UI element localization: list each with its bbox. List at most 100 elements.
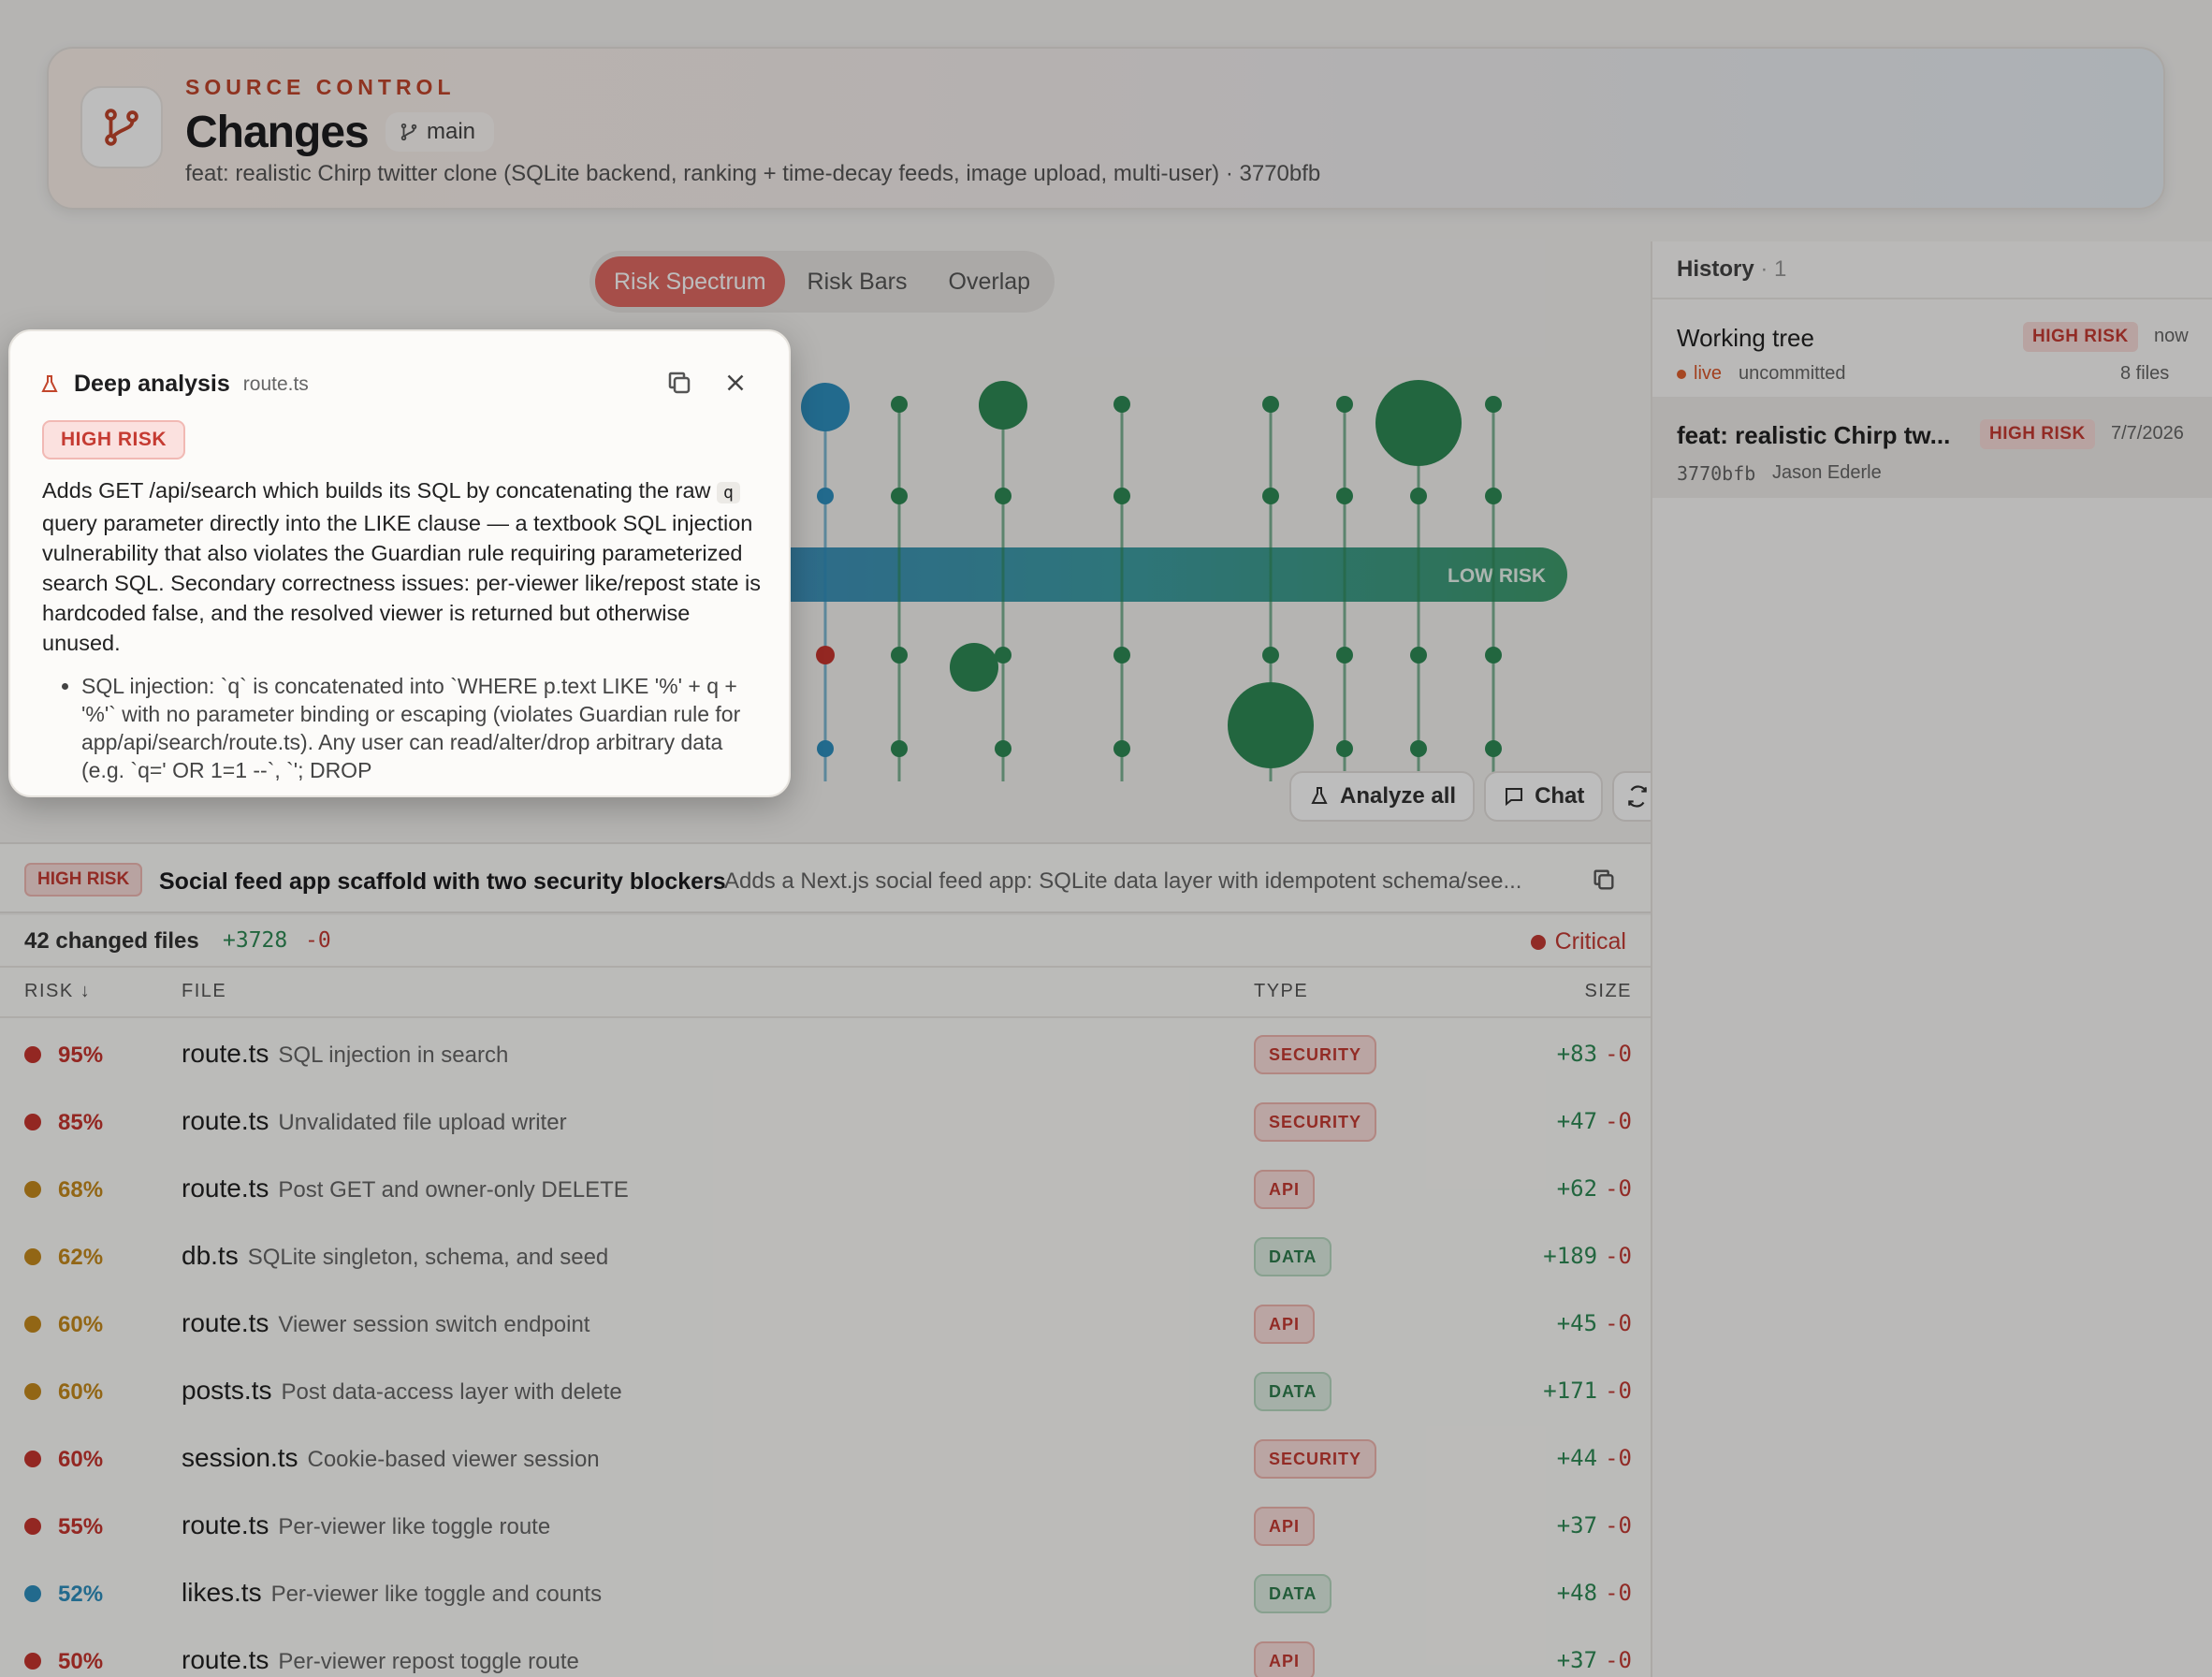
file-node[interactable]	[950, 643, 998, 692]
table-row[interactable]: 60% posts.ts Post data-access layer with d…	[0, 1357, 1651, 1424]
file-node[interactable]	[817, 488, 834, 504]
type-column-header[interactable]: TYPE	[1254, 981, 1308, 1002]
tab-risk-spectrum[interactable]: Risk Spectrum	[595, 256, 785, 307]
file-node[interactable]	[891, 488, 908, 504]
table-row[interactable]: 50% route.ts Per-viewer repost toggle rout…	[0, 1626, 1651, 1677]
risk-badge: HIGH RISK	[42, 420, 186, 459]
file-node[interactable]	[801, 383, 850, 431]
type-badge: SECURITY	[1254, 1102, 1377, 1142]
band-label: LOW RISK	[1448, 565, 1546, 587]
table-row[interactable]: 52% likes.ts Per-viewer like toggle and co…	[0, 1559, 1651, 1626]
flask-icon	[1311, 787, 1328, 804]
page-header: SOURCE CONTROL Changes main feat: realis…	[47, 47, 2165, 210]
history-item-commit[interactable]: feat: realistic Chirp tw... HIGH RISK 7/…	[1652, 397, 2212, 498]
risk-dot	[24, 1248, 41, 1265]
file-node[interactable]	[817, 740, 834, 757]
chat-icon	[1506, 788, 1523, 807]
table-row[interactable]: 85% route.ts Unvalidated file upload write…	[0, 1087, 1651, 1155]
file-size: +48 -0	[1556, 1580, 1632, 1606]
file-node[interactable]	[1336, 647, 1353, 664]
inline-code: q	[717, 482, 740, 503]
table-row[interactable]: 68% route.ts Post GET and owner-only DELET…	[0, 1155, 1651, 1222]
file-node[interactable]	[816, 646, 835, 664]
table-row[interactable]: 55% route.ts Per-viewer like toggle route A…	[0, 1492, 1651, 1559]
file-node[interactable]	[1113, 740, 1130, 757]
file-node[interactable]	[1485, 488, 1502, 504]
file-description: Per-viewer like toggle route	[278, 1514, 551, 1539]
size-column-header[interactable]: SIZE	[1585, 981, 1632, 1002]
tab-risk-bars[interactable]: Risk Bars	[789, 256, 926, 307]
file-description: SQL injection in search	[278, 1043, 509, 1068]
analysis-findings: SQL injection: `q` is concatenated into …	[57, 672, 768, 784]
file-size: +37 -0	[1556, 1647, 1632, 1673]
file-column-header[interactable]: FILE	[182, 981, 226, 1002]
risk-badge: HIGH RISK	[1980, 419, 2095, 449]
file-node[interactable]	[995, 488, 1011, 504]
file-node[interactable]	[1113, 396, 1130, 413]
file-node[interactable]	[1262, 396, 1279, 413]
eyebrow-label: SOURCE CONTROL	[185, 75, 456, 99]
type-badge: API	[1254, 1170, 1316, 1209]
file-node[interactable]	[1113, 647, 1130, 664]
file-node[interactable]	[1410, 488, 1427, 504]
file-size: +83 -0	[1556, 1041, 1632, 1067]
risk-dot	[24, 1518, 41, 1535]
table-row[interactable]: 60% session.ts Cookie-based viewer session…	[0, 1424, 1651, 1492]
risk-dot	[24, 1316, 41, 1333]
summary-description: Adds a Next.js social feed app: SQLite d…	[724, 868, 1522, 894]
table-row[interactable]: 60% route.ts Viewer session switch endpoin…	[0, 1290, 1651, 1357]
type-badge: API	[1254, 1641, 1316, 1677]
type-badge: API	[1254, 1305, 1316, 1344]
risk-dot	[24, 1114, 41, 1130]
risk-dot	[24, 1383, 41, 1400]
file-description: Cookie-based viewer session	[307, 1447, 600, 1472]
type-badge: DATA	[1254, 1574, 1332, 1613]
file-node[interactable]	[1485, 740, 1502, 757]
type-badge: DATA	[1254, 1372, 1332, 1411]
analyze-all-button[interactable]: Analyze all	[1289, 771, 1476, 822]
close-icon[interactable]	[721, 369, 749, 397]
file-node[interactable]	[1262, 488, 1279, 504]
file-node[interactable]	[891, 647, 908, 664]
copy-icon[interactable]	[665, 369, 693, 397]
file-node[interactable]	[1262, 647, 1279, 664]
table-row[interactable]: 95% route.ts SQL injection in search SECURI…	[0, 1020, 1651, 1087]
copy-icon[interactable]	[1591, 867, 1617, 893]
risk-dot	[24, 1653, 41, 1670]
file-node[interactable]	[1410, 647, 1427, 664]
critical-filter[interactable]: Critical	[1530, 928, 1626, 955]
file-node[interactable]	[1336, 740, 1353, 757]
files-table: RISK ↓ FILE TYPE SIZE 95% route.ts SQL inj…	[0, 968, 1651, 1677]
file-node[interactable]	[1113, 488, 1130, 504]
history-item-title: feat: realistic Chirp tw...	[1677, 421, 1951, 449]
analysis-summary: Adds GET /api/search which builds its SQ…	[42, 478, 761, 655]
file-node[interactable]	[1336, 396, 1353, 413]
history-count: · 1	[1760, 256, 1787, 282]
file-node[interactable]	[979, 381, 1027, 430]
live-dot	[1677, 369, 1686, 379]
file-node[interactable]	[1410, 740, 1427, 757]
risk-column-header[interactable]: RISK ↓	[24, 981, 91, 1002]
table-row[interactable]: 62% db.ts SQLite singleton, schema, and se…	[0, 1222, 1651, 1290]
file-node[interactable]	[995, 740, 1011, 757]
finding-item: SQL injection: `q` is concatenated into …	[81, 672, 768, 784]
critical-label: Critical	[1554, 928, 1626, 955]
file-node[interactable]	[891, 396, 908, 413]
refresh-icon	[1628, 785, 1648, 808]
file-node[interactable]	[1336, 488, 1353, 504]
file-node[interactable]	[1485, 396, 1502, 413]
file-node[interactable]	[891, 740, 908, 757]
risk-dot	[24, 1046, 41, 1063]
file-node[interactable]	[1228, 682, 1314, 768]
tab-overlap[interactable]: Overlap	[930, 256, 1050, 307]
history-item-working-tree[interactable]: Working tree HIGH RISK now live uncommit…	[1652, 299, 2212, 401]
file-description: SQLite singleton, schema, and seed	[247, 1245, 609, 1270]
branch-chip[interactable]: main	[386, 112, 495, 152]
file-node[interactable]	[1485, 647, 1502, 664]
risk-percent: 50%	[58, 1649, 104, 1674]
chat-button[interactable]: Chat	[1484, 771, 1604, 822]
file-node[interactable]	[1375, 380, 1462, 466]
risk-badge: HIGH RISK	[2023, 322, 2138, 352]
risk-percent: 55%	[58, 1514, 104, 1539]
type-badge: SECURITY	[1254, 1035, 1377, 1074]
